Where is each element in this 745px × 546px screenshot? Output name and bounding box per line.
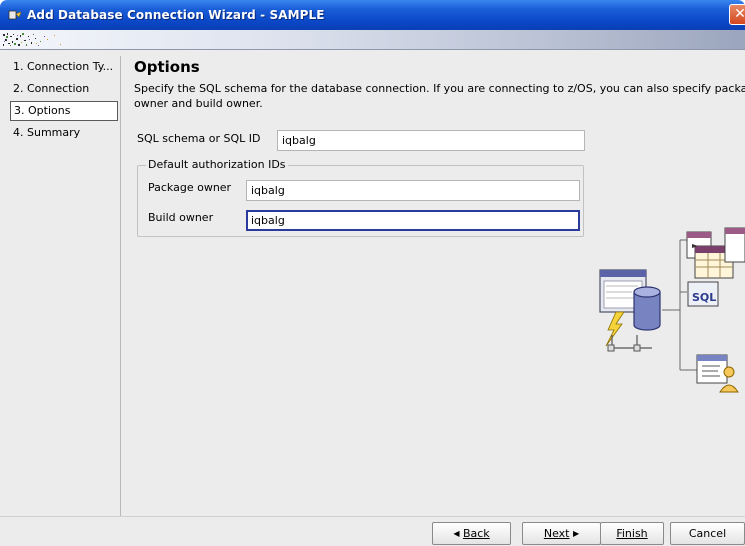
sql-badge-text: SQL xyxy=(692,291,716,304)
package-owner-input[interactable]: iqbalg xyxy=(246,180,580,201)
tables-icon xyxy=(686,227,745,279)
nav-item-summary[interactable]: 4. Summary xyxy=(10,123,118,143)
nav-item-label: 3. Options xyxy=(14,104,71,117)
database-connection-illustration: SQL xyxy=(599,227,745,393)
nav-item-label: 1. Connection Ty... xyxy=(13,60,114,73)
wizard-footer: ◀ Back Next ▶ Finish Cancel xyxy=(0,516,745,546)
page-title: Options xyxy=(134,58,200,76)
nav-item-connection[interactable]: 2. Connection xyxy=(10,79,118,99)
next-arrow-icon: ▶ xyxy=(572,529,580,538)
back-button[interactable]: ◀ Back xyxy=(432,522,511,545)
nav-item-options[interactable]: 3. Options xyxy=(10,101,118,121)
finish-button-label: Finish xyxy=(616,527,648,540)
cancel-button-label: Cancel xyxy=(688,527,727,540)
schema-label: SQL schema or SQL ID xyxy=(137,132,261,145)
next-button[interactable]: Next ▶ xyxy=(522,522,601,545)
sql-document-icon: SQL xyxy=(687,281,719,307)
group-legend: Default authorization IDs xyxy=(146,158,288,172)
wizard-banner xyxy=(0,30,745,50)
nav-item-label: 4. Summary xyxy=(13,126,81,139)
cancel-button[interactable]: Cancel xyxy=(670,522,745,545)
close-icon: ✕ xyxy=(734,6,745,22)
wizard-app-icon xyxy=(8,8,22,22)
nav-item-connection-type[interactable]: 1. Connection Ty... xyxy=(10,57,118,77)
wizard-body: 1. Connection Ty... 2. Connection 3. Opt… xyxy=(0,50,745,520)
build-owner-input[interactable]: iqbalg xyxy=(246,210,580,231)
close-button[interactable]: ✕ xyxy=(729,4,745,25)
title-bar[interactable]: Add Database Connection Wizard - SAMPLE … xyxy=(0,0,745,30)
back-arrow-icon: ◀ xyxy=(453,529,460,538)
authorization-ids-group: Default authorization IDs Package owner … xyxy=(137,158,584,237)
wizard-steps-nav: 1. Connection Ty... 2. Connection 3. Opt… xyxy=(8,56,121,520)
package-owner-label: Package owner xyxy=(148,181,232,194)
next-button-label: Next xyxy=(543,527,570,540)
build-owner-label: Build owner xyxy=(148,211,214,224)
nav-item-label: 2. Connection xyxy=(13,82,90,95)
page-description: Specify the SQL schema for the database … xyxy=(134,82,745,110)
back-button-label: Back xyxy=(462,527,490,540)
banner-texture-graphic xyxy=(3,33,61,46)
window-title: Add Database Connection Wizard - SAMPLE xyxy=(27,8,325,22)
options-page: Options Specify the SQL schema for the d… xyxy=(122,50,745,516)
schema-input[interactable]: iqbalg xyxy=(277,130,585,151)
finish-button[interactable]: Finish xyxy=(600,522,664,545)
database-icon xyxy=(633,286,661,331)
user-document-icon xyxy=(696,354,739,393)
